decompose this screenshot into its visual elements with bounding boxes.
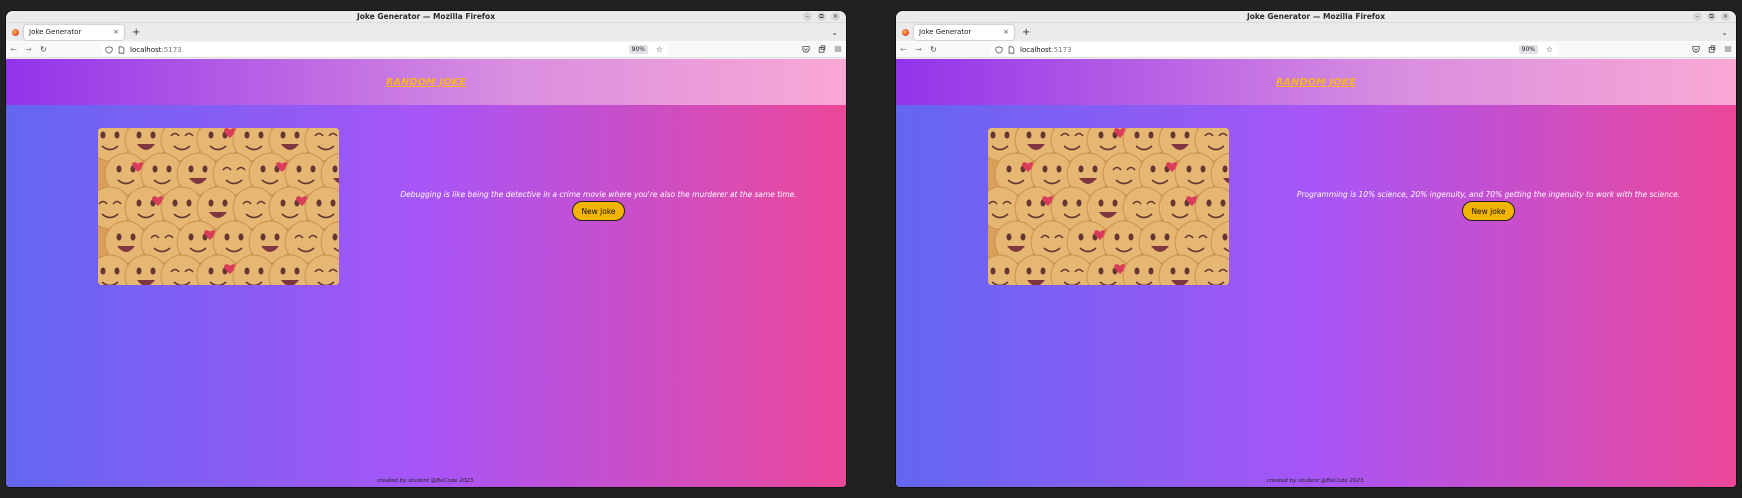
url-bar[interactable]: localhost:5173 90% ☆: [101, 43, 668, 56]
tab-bar: Joke Generator × + ⌄: [6, 23, 846, 41]
page-title: RANDOM JOKE: [1275, 76, 1357, 88]
new-tab-button[interactable]: +: [1022, 27, 1030, 38]
close-button[interactable]: ×: [831, 12, 840, 21]
pocket-icon[interactable]: [802, 45, 810, 53]
new-joke-button[interactable]: New joke: [1462, 201, 1515, 221]
window-title: Joke Generator — Mozilla Firefox: [356, 12, 496, 21]
page-viewport: RANDOM JOKE Programming is 10% science, …: [896, 59, 1736, 487]
page-title: RANDOM JOKE: [385, 76, 467, 88]
tab-close-icon[interactable]: ×: [1003, 28, 1009, 36]
titlebar: Joke Generator — Mozilla Firefox – ⧉ ×: [6, 11, 846, 23]
url-host: localhost: [1020, 45, 1052, 54]
restore-button[interactable]: ⧉: [817, 12, 826, 21]
tab-joke-generator[interactable]: Joke Generator ×: [24, 24, 124, 40]
url-host: localhost: [130, 45, 162, 54]
app-header: RANDOM JOKE: [896, 59, 1736, 105]
extensions-icon[interactable]: [818, 45, 826, 53]
restore-button[interactable]: ⧉: [1707, 12, 1716, 21]
menu-icon[interactable]: [1724, 45, 1732, 53]
firefox-icon: [6, 23, 24, 41]
emoji-image: [988, 128, 1229, 285]
emoji-image: [98, 128, 339, 285]
url-port: :5173: [1051, 45, 1072, 54]
shield-icon[interactable]: [995, 45, 1003, 54]
zoom-indicator[interactable]: 90%: [1518, 45, 1538, 54]
browser-window-right: Joke Generator — Mozilla Firefox – ⧉ × J…: [896, 11, 1736, 487]
new-tab-button[interactable]: +: [132, 27, 140, 38]
minimize-button[interactable]: –: [1693, 12, 1702, 21]
nav-bar: ← → ↻ localhost:5173 90% ☆: [896, 41, 1736, 58]
joke-area: Programming is 10% science, 20% ingenuit…: [1241, 190, 1736, 221]
tab-list-button[interactable]: ⌄: [1721, 28, 1728, 37]
forward-button[interactable]: →: [911, 45, 926, 54]
tab-title: Joke Generator: [919, 28, 972, 36]
joke-text: Programming is 10% science, 20% ingenuit…: [1296, 190, 1681, 199]
menu-icon[interactable]: [834, 45, 842, 53]
minimize-button[interactable]: –: [803, 12, 812, 21]
emoji-collage: [988, 128, 1229, 285]
nav-bar: ← → ↻ localhost:5173 90% ☆: [6, 41, 846, 58]
reload-button[interactable]: ↻: [36, 45, 51, 54]
reload-button[interactable]: ↻: [926, 45, 941, 54]
zoom-indicator[interactable]: 90%: [628, 45, 648, 54]
extensions-icon[interactable]: [1708, 45, 1716, 53]
page-icon: [118, 45, 125, 54]
joke-text: Debugging is like being the detective in…: [400, 190, 797, 199]
forward-button[interactable]: →: [21, 45, 36, 54]
page-icon: [1008, 45, 1015, 54]
new-joke-button[interactable]: New joke: [572, 201, 625, 221]
back-button[interactable]: ←: [896, 45, 911, 54]
shield-icon[interactable]: [105, 45, 113, 54]
browser-window-left: Joke Generator — Mozilla Firefox – ⧉ × J…: [6, 11, 846, 487]
star-icon[interactable]: ☆: [656, 45, 663, 54]
footer-credit: created by student @BeCode 2023.: [376, 478, 476, 484]
tab-title: Joke Generator: [29, 28, 82, 36]
url-port: :5173: [161, 45, 182, 54]
footer-credit: created by student @BeCode 2023.: [1266, 478, 1366, 484]
close-button[interactable]: ×: [1721, 12, 1730, 21]
tab-close-icon[interactable]: ×: [113, 28, 119, 36]
tab-joke-generator[interactable]: Joke Generator ×: [914, 24, 1014, 40]
app-header: RANDOM JOKE: [6, 59, 846, 105]
tab-list-button[interactable]: ⌄: [831, 28, 838, 37]
emoji-collage: [98, 128, 339, 285]
window-title: Joke Generator — Mozilla Firefox: [1246, 12, 1386, 21]
joke-area: Debugging is like being the detective in…: [351, 190, 846, 221]
pocket-icon[interactable]: [1692, 45, 1700, 53]
star-icon[interactable]: ☆: [1546, 45, 1553, 54]
page-viewport: RANDOM JOKE Debugging is like being the …: [6, 59, 846, 487]
firefox-icon: [896, 23, 914, 41]
back-button[interactable]: ←: [6, 45, 21, 54]
titlebar: Joke Generator — Mozilla Firefox – ⧉ ×: [896, 11, 1736, 23]
url-bar[interactable]: localhost:5173 90% ☆: [991, 43, 1558, 56]
tab-bar: Joke Generator × + ⌄: [896, 23, 1736, 41]
